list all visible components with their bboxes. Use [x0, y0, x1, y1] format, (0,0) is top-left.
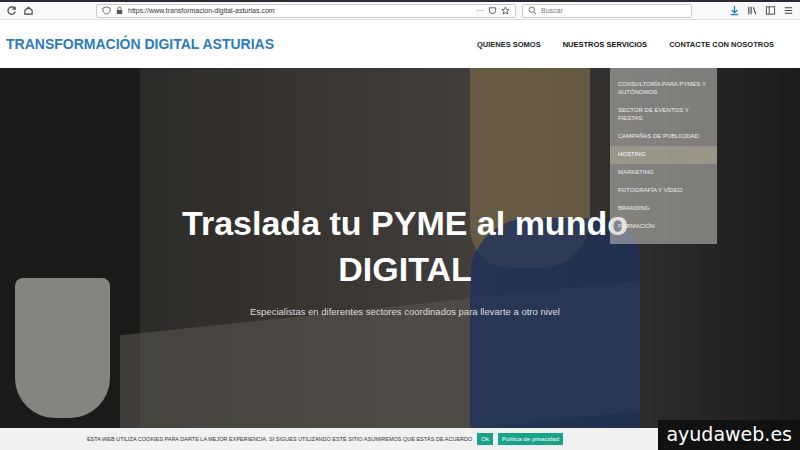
dropdown-item[interactable]: HOSTING — [610, 146, 717, 164]
hero-subtitle: Especialistas en diferentes sectores coo… — [170, 306, 640, 317]
cookie-button[interactable]: Ok — [477, 433, 493, 445]
cookie-button[interactable]: Política de privacidad — [498, 433, 563, 445]
nav-item[interactable]: NUESTROS SERVICIOS — [563, 40, 647, 49]
lock-icon — [115, 6, 124, 15]
main-nav: QUIENES SOMOS NUESTROS SERVICIOS CONTACTE … — [477, 40, 794, 49]
browser-toolbar: https://www.transformacion-digital-astur… — [0, 0, 800, 20]
browser-window: https://www.transformacion-digital-astur… — [0, 0, 800, 450]
search-field[interactable]: Buscar — [522, 4, 692, 18]
dropdown-item[interactable]: CONSULTORÍA PARA PYMES Y AUTÓNOMOS — [610, 76, 717, 102]
cookie-text: ESTA WEB UTILIZA COOKIES PARA DARTE LA M… — [87, 436, 472, 442]
dropdown-item[interactable]: FOTOGRAFÍA Y VÍDEO — [610, 182, 717, 200]
dropdown-item[interactable]: SECTOR DE EVENTOS Y FIESTAS — [610, 102, 717, 128]
watermark: ayudaweb.es — [658, 420, 800, 450]
download-icon[interactable] — [729, 5, 740, 16]
hero-section: Traslada tu PYME al mundo DIGITAL Especi… — [0, 68, 800, 428]
nav-item[interactable]: CONTACTE CON NOSOTROS — [669, 40, 774, 49]
nav-item[interactable]: QUIENES SOMOS — [477, 40, 541, 49]
dropdown-item[interactable]: CAMPAÑAS DE PUBLICIDAD — [610, 128, 717, 146]
home-icon[interactable] — [23, 5, 34, 16]
star-icon[interactable] — [501, 6, 510, 15]
site-logo[interactable]: TRANSFORMACIÓN DIGITAL ASTURIAS — [6, 36, 274, 52]
hero-title: Traslada tu PYME al mundo DIGITAL — [170, 200, 640, 292]
pocket-icon[interactable] — [488, 6, 497, 15]
dropdown-item[interactable]: BRANDING — [610, 200, 717, 218]
services-dropdown: CONSULTORÍA PARA PYMES Y AUTÓNOMOSSECTOR… — [610, 68, 717, 244]
page-actions-menu[interactable]: ··· — [476, 6, 484, 15]
hamburger-menu-icon[interactable] — [783, 5, 794, 16]
shield-icon — [102, 6, 111, 15]
site-header: TRANSFORMACIÓN DIGITAL ASTURIAS QUIENES … — [0, 20, 800, 68]
url-bar[interactable]: https://www.transformacion-digital-astur… — [96, 4, 516, 18]
dropdown-item[interactable]: MARKETING — [610, 164, 717, 182]
search-icon — [528, 6, 537, 15]
library-icon[interactable] — [747, 5, 758, 16]
url-text[interactable]: https://www.transformacion-digital-astur… — [128, 7, 472, 14]
reload-icon[interactable] — [6, 5, 17, 16]
dropdown-item[interactable]: FORMACIÓN — [610, 218, 717, 236]
sidebar-icon[interactable] — [765, 5, 776, 16]
